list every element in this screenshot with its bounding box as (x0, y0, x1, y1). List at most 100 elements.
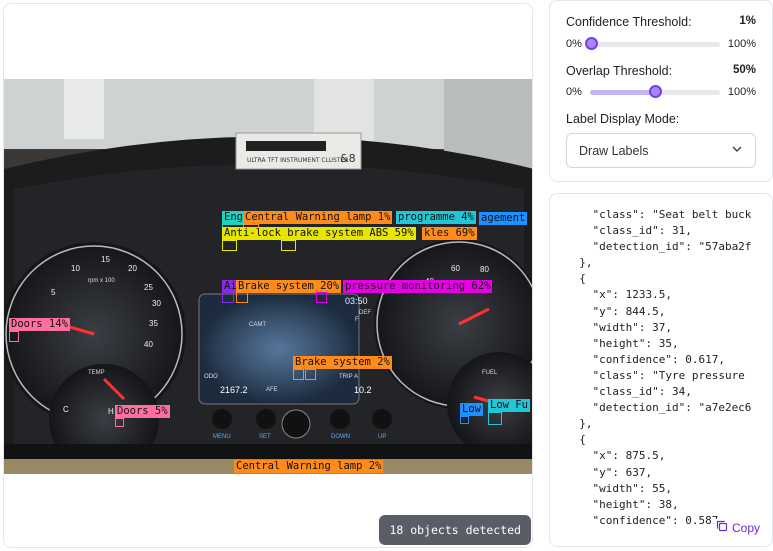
overlap-header: Overlap Threshold: 50% (566, 64, 756, 78)
confidence-slider-row: 0% 100% (566, 36, 756, 50)
json-line: "x": 875.5, (592, 449, 666, 463)
json-line: "x": 1233.5, (592, 288, 672, 302)
detection-label: Doors 14% (9, 318, 70, 331)
trip-value: 10.2 (354, 385, 372, 395)
detection-box (222, 292, 234, 303)
detection-label: pressure monitoring 62% (343, 280, 493, 293)
json-line: "class_id": 31, (592, 224, 692, 238)
dashboard-photo: ULTRA TFT INSTRUMENT CLUSTER &8 rpm x 10… (4, 79, 532, 474)
temp-hot-mark: H (108, 407, 114, 416)
detection-box (293, 369, 304, 380)
json-line: "detection_id": "a7e2ec6 (592, 401, 752, 415)
json-line: "class": "Seat belt buck (592, 208, 752, 221)
json-line: "width": 55, (592, 481, 672, 495)
confidence-slider-thumb[interactable] (585, 36, 599, 50)
overlap-slider-fill (589, 89, 655, 95)
rpm-tick: 40 (144, 340, 153, 349)
rpm-tick: 15 (101, 255, 110, 264)
json-line: "height": 38, (592, 497, 679, 511)
temp-label: TEMP (88, 370, 105, 376)
detection-box (460, 416, 469, 424)
json-line: { (579, 433, 586, 447)
rpm-tick: 25 (144, 283, 153, 292)
json-line: "height": 35, (592, 336, 679, 350)
json-output: "class": "Seat belt buck "class_id": 31,… (566, 207, 751, 529)
temp-cold-mark: C (63, 405, 69, 414)
clock-readout: 03:50 (345, 296, 368, 306)
chevron-down-icon (731, 143, 743, 158)
speed-tick: 80 (480, 265, 489, 274)
json-line: "y": 844.5, (592, 304, 666, 318)
button-down-label: DOWN (331, 434, 350, 440)
detection-box (115, 418, 124, 427)
trip-label: TRIP A (339, 374, 358, 380)
rpm-tick: 20 (128, 264, 137, 273)
odo-value: 2167.2 (220, 385, 248, 395)
copy-label: Copy (731, 520, 760, 535)
json-line: }, (579, 256, 593, 270)
detection-box (222, 240, 237, 251)
detection-box (236, 292, 248, 303)
detection-box (281, 240, 296, 251)
overlap-max: 100% (727, 86, 756, 98)
display-mode-label: Label Display Mode: (566, 112, 680, 126)
rpm-tick: 30 (152, 299, 161, 308)
button-up-label: UP (378, 434, 387, 440)
detection-box (9, 331, 19, 342)
rpm-tick: 5 (51, 288, 56, 297)
detection-label: Low Fu (488, 399, 530, 412)
json-line: "detection_id": "57aba2f (592, 240, 752, 254)
detection-label: Anti-lock brake system ABS 59% (222, 227, 416, 240)
overlap-slider-thumb[interactable] (648, 84, 662, 98)
objects-detected-badge: 18 objects detected (379, 515, 531, 545)
confidence-slider[interactable] (585, 36, 720, 50)
json-line: }, (579, 417, 593, 431)
fuel-label: FUEL (482, 370, 498, 376)
copy-button[interactable]: Copy (713, 519, 762, 536)
detection-box (305, 369, 316, 380)
display-mode-header: Label Display Mode: (566, 112, 756, 126)
overlap-label: Overlap Threshold: (566, 64, 673, 78)
detection-label: Central Warning lamp 2% (234, 460, 384, 473)
rpm-tick: 10 (71, 264, 80, 273)
confidence-max: 100% (727, 38, 756, 50)
detection-label: programme 4% (396, 211, 476, 224)
detection-label: Doors 5% (115, 405, 170, 418)
image-panel: ULTRA TFT INSTRUMENT CLUSTER &8 rpm x 10… (3, 3, 533, 548)
detection-box (316, 292, 327, 303)
svg-text:ULTRA TFT INSTRUMENT CLUSTER: ULTRA TFT INSTRUMENT CLUSTER (247, 157, 348, 164)
detection-label: Eng (222, 211, 245, 224)
display-f: F (355, 317, 359, 323)
json-line: "class_id": 34, (592, 385, 692, 399)
svg-text:&8: &8 (340, 152, 356, 165)
overlap-slider[interactable] (589, 84, 720, 98)
button-set-label: SET (259, 434, 271, 440)
confidence-min: 0% (566, 38, 582, 50)
overlap-slider-row: 0% 100% (566, 84, 756, 98)
overlap-value: 50% (732, 64, 756, 76)
detection-label: Low (460, 403, 483, 416)
detection-label: Brake system 2% (293, 356, 392, 369)
button-menu-label: MENU (213, 434, 231, 440)
afe-label: AFE (266, 387, 278, 393)
display-def: DEF (359, 310, 371, 316)
dashboard-scene: ULTRA TFT INSTRUMENT CLUSTER &8 (4, 79, 532, 474)
controls-panel: Confidence Threshold: 1% 0% 100% Overlap… (549, 0, 773, 182)
display-mode-value: Draw Labels (579, 143, 649, 158)
json-line: "confidence": 0.587, (592, 513, 725, 527)
confidence-header: Confidence Threshold: 1% (566, 15, 756, 29)
barcode (246, 141, 326, 151)
rpm-tick: 35 (149, 319, 158, 328)
detection-label: agement (479, 212, 528, 225)
json-line: "class": "Tyre pressure (592, 368, 745, 382)
detection-box (488, 412, 502, 425)
json-line: "confidence": 0.617, (592, 352, 725, 366)
json-line: { (579, 272, 586, 286)
json-line: "y": 637, (592, 465, 653, 479)
json-output-panel: "class": "Seat belt buck "class_id": 31,… (549, 193, 773, 547)
confidence-label: Confidence Threshold: (566, 15, 692, 29)
copy-icon (716, 520, 728, 535)
detection-label: kles 69% (422, 227, 477, 240)
odo-label: ODO (204, 374, 218, 380)
display-mode-select[interactable]: Draw Labels (566, 133, 756, 168)
